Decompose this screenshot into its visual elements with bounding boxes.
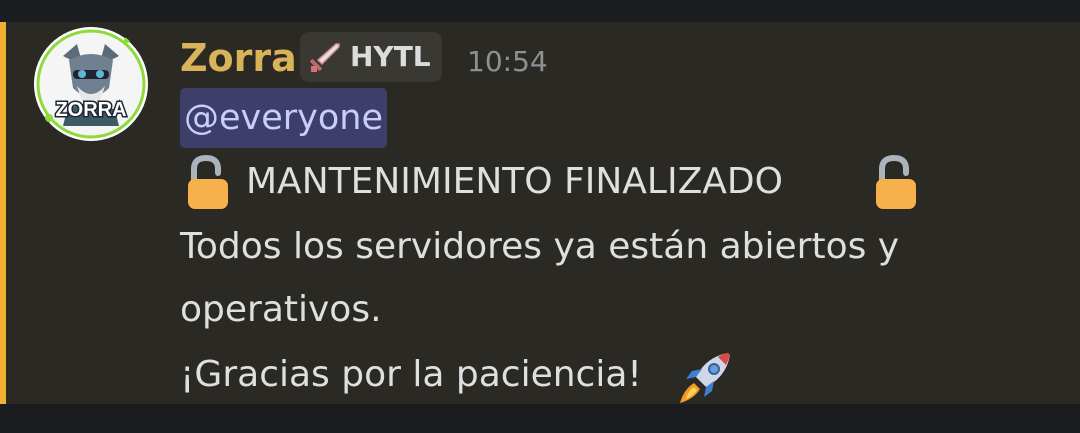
role-tag-label: HYTL	[350, 40, 431, 73]
timestamp[interactable]: 10:54	[467, 46, 548, 78]
chat-message[interactable]: ZORRA Zorra HYTL 10:54 @everyone MANTENI…	[0, 22, 1080, 404]
message-body-line: operativos.	[180, 289, 382, 330]
unlocked-lock-icon	[876, 155, 916, 209]
rocket-icon	[680, 353, 730, 403]
unlocked-lock-icon	[188, 155, 228, 209]
message-body-text: ¡Gracias por la paciencia!	[180, 354, 642, 395]
message-body-line: ¡Gracias por la paciencia!	[180, 345, 730, 405]
message-title: MANTENIMIENTO FINALIZADO	[246, 161, 783, 202]
username[interactable]: Zorra	[180, 36, 297, 80]
sword-icon	[310, 43, 340, 72]
mention-highlight-bar	[0, 22, 6, 404]
avatar-text: ZORRA	[55, 99, 126, 121]
avatar[interactable]: ZORRA	[33, 26, 149, 142]
role-tag[interactable]: HYTL	[300, 32, 442, 82]
message-body-line: Todos los servidores ya están abiertos y	[180, 226, 900, 267]
everyone-mention[interactable]: @everyone	[180, 88, 388, 148]
fox-avatar-icon: ZORRA	[34, 27, 148, 141]
chat-window: ZORRA Zorra HYTL 10:54 @everyone MANTENI…	[0, 0, 1080, 433]
